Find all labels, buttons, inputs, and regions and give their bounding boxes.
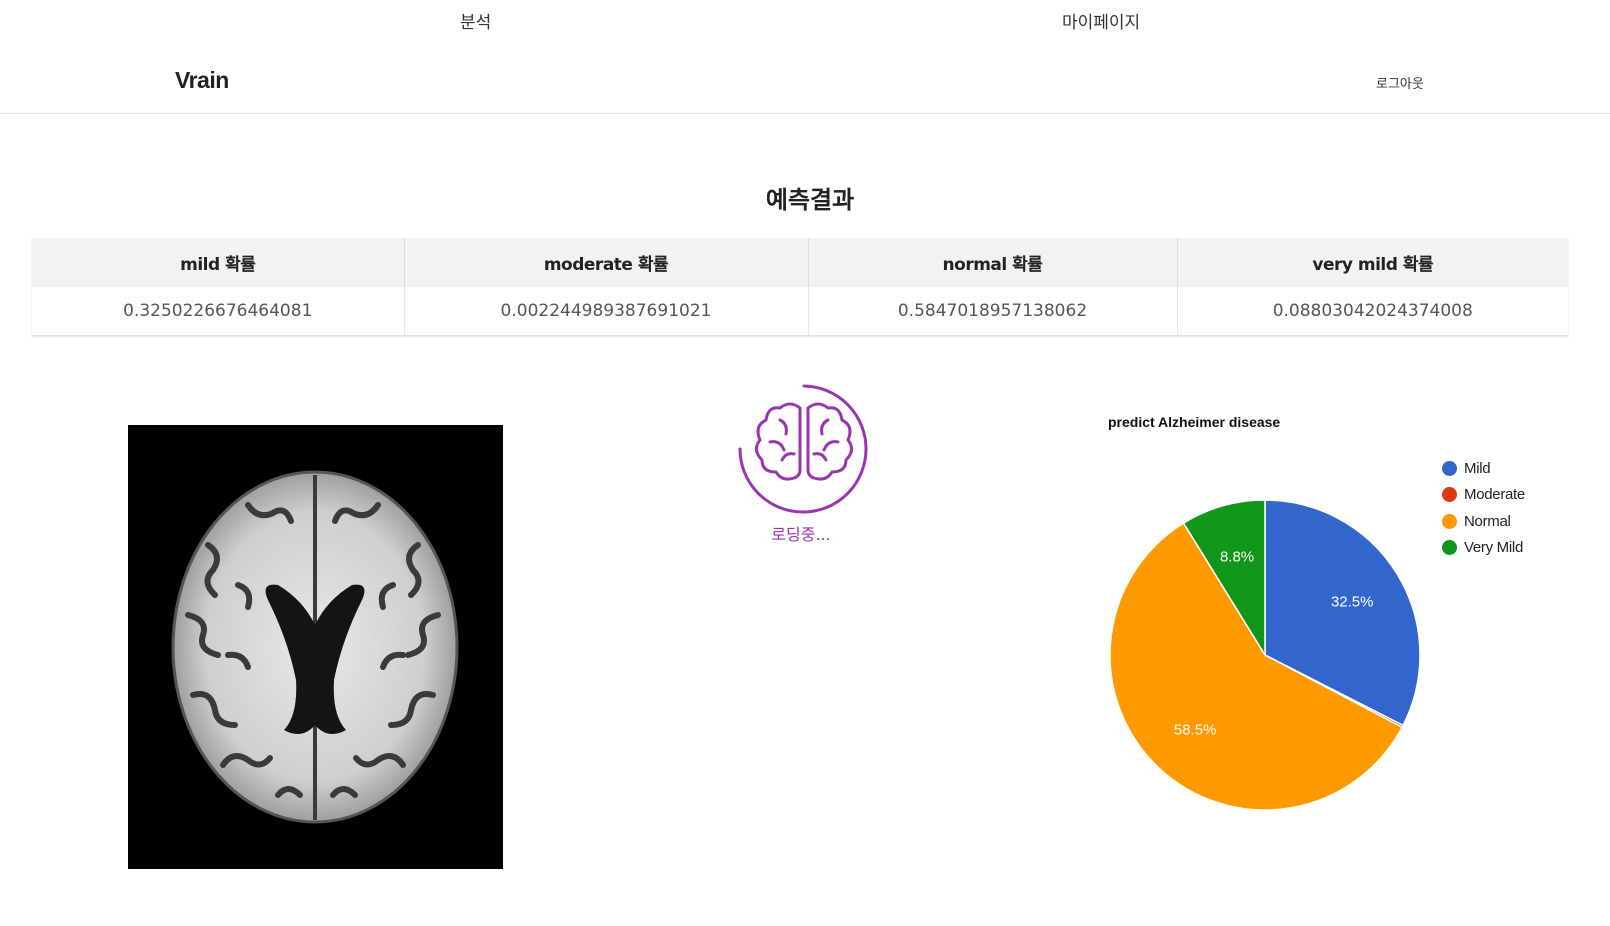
nav-mypage-link[interactable]: 마이페이지 xyxy=(1062,8,1140,33)
column-header: moderate 확률 xyxy=(404,238,809,287)
logout-button[interactable]: 로그아웃 xyxy=(1376,73,1424,92)
chart-legend: Mild Moderate Normal Very Mild xyxy=(1442,455,1525,561)
legend-swatch xyxy=(1442,513,1457,529)
legend-swatch xyxy=(1442,540,1457,556)
loading-indicator xyxy=(736,380,872,540)
legend-item[interactable]: Moderate xyxy=(1442,482,1525,509)
nav-analysis-link[interactable]: 분석 xyxy=(460,8,491,33)
column-header: very mild 확률 xyxy=(1177,238,1568,287)
brain-icon xyxy=(738,384,868,514)
page-title: 예측결과 xyxy=(765,186,855,214)
table-row: 0.3250226676464081 0.002244989387691021 … xyxy=(32,287,1568,336)
top-nav: 분석 마이페이지 xyxy=(0,0,1610,40)
pie-chart: 32.5% 58.5% 8.8% xyxy=(1109,499,1421,811)
probability-value: 0.002244989387691021 xyxy=(404,287,809,336)
legend-swatch xyxy=(1442,460,1457,476)
legend-label: Normal xyxy=(1464,512,1511,530)
legend-label: Moderate xyxy=(1464,486,1525,504)
loading-label: 로딩중... xyxy=(771,525,831,544)
probability-value: 0.5847018957138062 xyxy=(808,287,1178,336)
mri-scan-graphic xyxy=(128,425,503,869)
legend-label: Very Mild xyxy=(1464,539,1523,557)
legend-label: Mild xyxy=(1464,459,1491,477)
column-header: mild 확률 xyxy=(32,238,405,287)
brand-logo[interactable]: Vrain xyxy=(175,67,229,94)
slice-data-label: 8.8% xyxy=(1220,549,1254,566)
legend-swatch xyxy=(1442,487,1457,503)
legend-item[interactable]: Normal xyxy=(1442,508,1525,535)
prediction-table: mild 확률 moderate 확률 normal 확률 very mild … xyxy=(32,238,1568,336)
column-header: normal 확률 xyxy=(808,238,1178,287)
table-header-row: mild 확률 moderate 확률 normal 확률 very mild … xyxy=(32,238,1568,287)
slice-data-label: 58.5% xyxy=(1174,722,1217,739)
header-bar: Vrain 로그아웃 xyxy=(0,40,1610,114)
probability-value: 0.08803042024374008 xyxy=(1177,287,1568,336)
probability-value: 0.3250226676464081 xyxy=(32,287,405,336)
brain-mri-image xyxy=(128,425,503,869)
legend-item[interactable]: Very Mild xyxy=(1442,535,1525,562)
chart-title: predict Alzheimer disease xyxy=(1108,414,1281,430)
slice-data-label: 32.5% xyxy=(1331,594,1374,611)
legend-item[interactable]: Mild xyxy=(1442,455,1525,482)
